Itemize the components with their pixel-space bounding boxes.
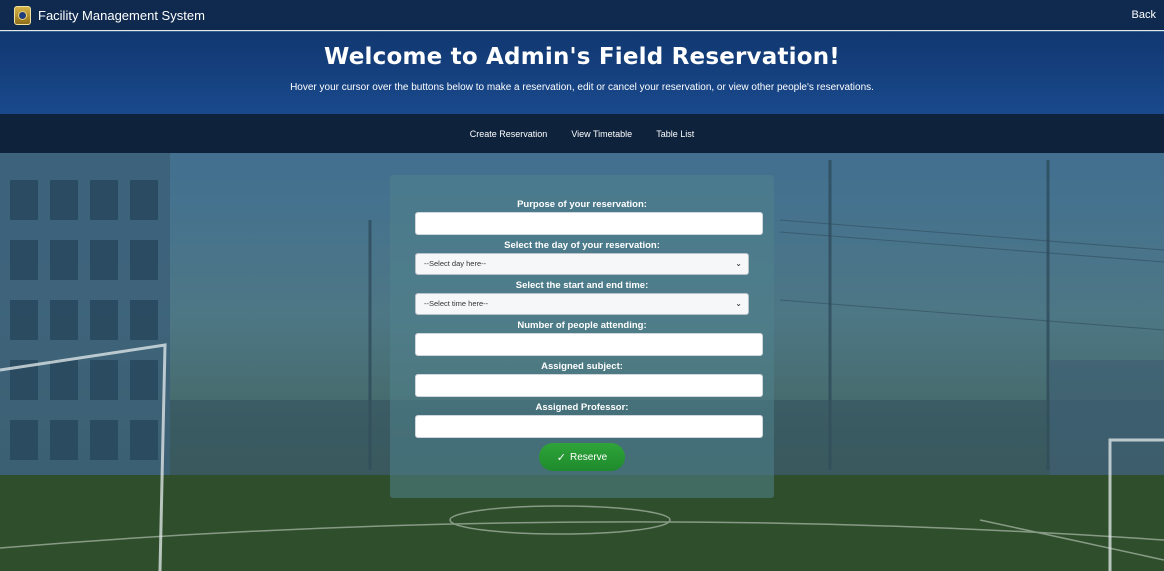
time-select[interactable]: --Select time here-- ⌄ <box>415 293 749 315</box>
day-label: Select the day of your reservation: <box>504 240 660 251</box>
purpose-input[interactable] <box>415 212 763 235</box>
page-title: Welcome to Admin's Field Reservation! <box>323 44 841 70</box>
nav-view-timetable[interactable]: View Timetable <box>571 129 632 139</box>
school-logo-icon <box>14 5 31 25</box>
time-select-value: --Select time here-- <box>424 299 489 308</box>
professor-input[interactable] <box>415 415 763 438</box>
check-icon: ✓ <box>556 451 566 464</box>
nav-table-list[interactable]: Table List <box>656 129 694 139</box>
subject-label: Assigned subject: <box>541 361 623 372</box>
day-select[interactable]: --Select day here-- ⌄ <box>415 253 749 275</box>
brand[interactable]: Facility Management System <box>14 5 205 25</box>
app-title: Facility Management System <box>38 7 205 23</box>
time-label: Select the start and end time: <box>515 280 649 291</box>
reservation-nav: Create Reservation View Timetable Table … <box>0 114 1164 153</box>
hero-banner: Welcome to Admin's Field Reservation! Ho… <box>0 32 1164 114</box>
reserve-label: Reserve <box>569 451 608 463</box>
chevron-down-icon: ⌄ <box>735 259 742 268</box>
page-subtitle: Hover your cursor over the buttons below… <box>290 82 874 93</box>
subject-input[interactable] <box>415 374 763 397</box>
nav-create-reservation[interactable]: Create Reservation <box>470 129 548 139</box>
reserve-button[interactable]: ✓ Reserve <box>539 443 625 471</box>
professor-label: Assigned Professor: <box>535 402 629 413</box>
top-navbar: Facility Management System Back <box>0 0 1164 31</box>
back-link[interactable]: Back <box>1132 9 1156 21</box>
people-input[interactable] <box>415 333 763 356</box>
chevron-down-icon: ⌄ <box>735 299 742 308</box>
reservation-form: Purpose of your reservation: Select the … <box>390 175 774 498</box>
purpose-label: Purpose of your reservation: <box>517 199 647 210</box>
reserve-wrap: ✓ Reserve <box>390 443 774 471</box>
day-select-value: --Select day here-- <box>424 259 487 268</box>
people-label: Number of people attending: <box>517 320 647 331</box>
